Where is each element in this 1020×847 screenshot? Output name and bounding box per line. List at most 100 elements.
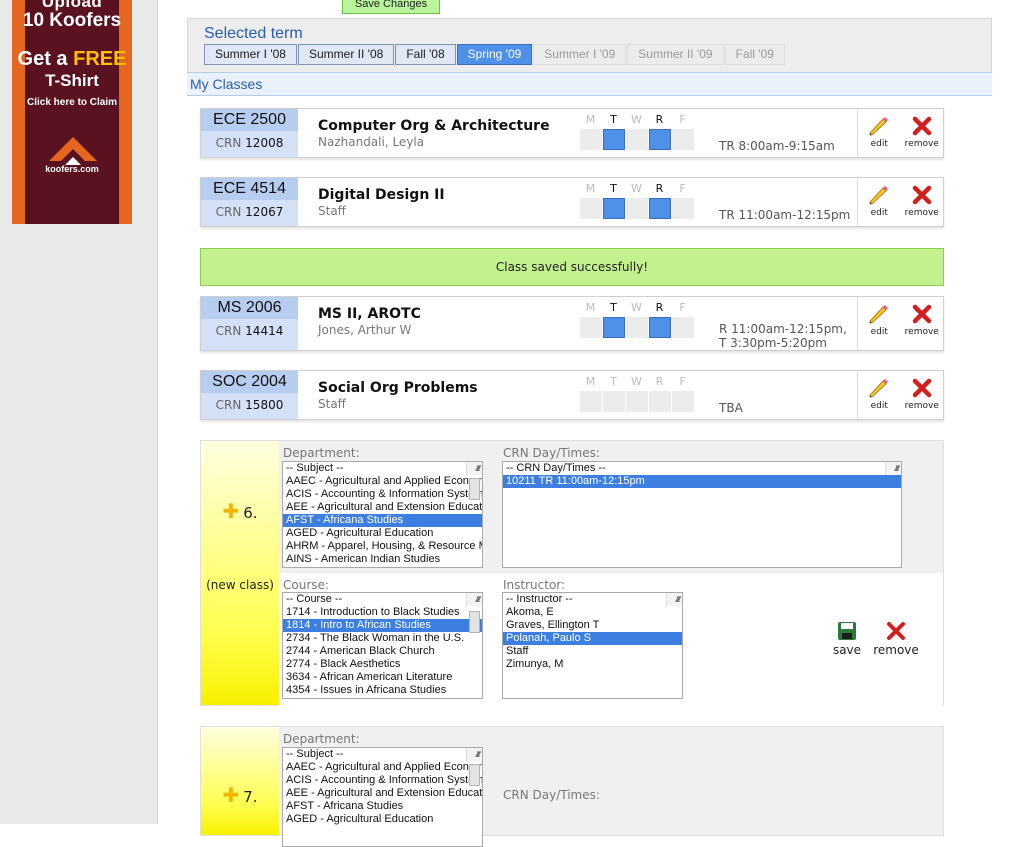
list-option[interactable]: AAEC - Agricultural and Applied Economic… <box>283 761 482 774</box>
list-option[interactable]: 4354 - Issues in Africana Studies <box>283 684 482 697</box>
list-option[interactable]: 1814 - Intro to African Studies <box>283 619 482 632</box>
remove-button[interactable]: remove <box>873 621 919 657</box>
department-label: Department: <box>283 732 360 746</box>
department-select[interactable]: -- Subject -- AAEC - Agricultural and App… <box>282 747 483 847</box>
plus-icon: ✚ <box>222 499 240 523</box>
list-option[interactable]: -- Subject -- <box>283 462 482 475</box>
scrollbar[interactable]: ▲ ▼ <box>466 462 482 500</box>
day-column: W <box>625 301 648 338</box>
day-cell <box>626 317 648 338</box>
list-option[interactable]: 10211 TR 11:00am-12:15pm <box>503 475 901 488</box>
list-option[interactable]: AHRM - Apparel, Housing, & Resource Mana… <box>283 540 482 553</box>
list-option[interactable]: AFST - Africana Studies <box>283 800 482 813</box>
day-cell <box>649 129 671 150</box>
crn-daytimes-select[interactable]: -- CRN Day/Times -- 10211 TR 11:00am-12:1… <box>502 461 902 568</box>
list-option[interactable]: 1714 - Introduction to Black Studies <box>283 606 482 619</box>
list-option[interactable]: 2744 - American Black Church <box>283 645 482 658</box>
list-option[interactable]: Zimunya, M <box>503 658 682 671</box>
ad-line-claim: Click here to Claim <box>26 97 118 108</box>
tab-term[interactable]: Fall '08 <box>395 44 456 65</box>
list-option[interactable]: -- Subject -- <box>283 748 482 761</box>
tab-term[interactable]: Summer II '08 <box>297 44 395 65</box>
list-option[interactable]: Polanah, Paulo S <box>503 632 682 645</box>
day-column: T <box>602 113 625 150</box>
edit-button[interactable]: edit <box>861 303 897 350</box>
tab-term: Summer II '09 <box>627 44 724 65</box>
list-option[interactable]: ACIS - Accounting & Information Systems <box>283 488 482 501</box>
day-column: R <box>648 182 671 219</box>
list-option[interactable]: ACIS - Accounting & Information Systems <box>283 774 482 787</box>
remove-button[interactable]: remove <box>904 115 940 157</box>
scrollbar[interactable]: ▲ ▼ <box>466 593 482 633</box>
scrollbar[interactable]: ▲ ▼ <box>666 593 682 606</box>
new-class-marker <box>201 441 279 705</box>
pencil-icon <box>869 379 889 398</box>
remove-x-icon <box>912 185 931 205</box>
list-option[interactable]: AEE - Agricultural and Extension Educati… <box>283 787 482 800</box>
day-cell <box>580 129 602 150</box>
course-instructor: Jones, Arthur W <box>318 323 412 337</box>
crn-daytimes-label: CRN Day/Times: <box>503 446 600 460</box>
list-option[interactable]: AEE - Agricultural and Extension Educati… <box>283 501 482 514</box>
day-column: R <box>648 113 671 150</box>
list-option[interactable]: -- Instructor -- <box>503 593 682 606</box>
day-cell <box>626 198 648 219</box>
list-option[interactable]: Graves, Ellington T <box>503 619 682 632</box>
course-title: Social Org Problems <box>318 380 478 396</box>
day-schedule: M T WR F <box>579 113 694 150</box>
day-letter: F <box>679 182 686 195</box>
scrollbar[interactable]: ▲ ▼ <box>885 462 901 475</box>
list-option[interactable]: -- Course -- <box>283 593 482 606</box>
day-column: M <box>579 113 602 150</box>
remove-button[interactable]: remove <box>904 377 940 419</box>
class-actions: edit remove <box>857 371 943 419</box>
list-option[interactable]: 2734 - The Black Woman in the U.S. <box>283 632 482 645</box>
department-select[interactable]: -- Subject -- AAEC - Agricultural and App… <box>282 461 483 568</box>
remove-button[interactable]: remove <box>904 303 940 350</box>
new-class-form-7: ✚ 7. Department: -- Subject -- AAEC - Agri… <box>200 726 944 847</box>
row-number: ✚ 7. <box>222 783 258 807</box>
course-select[interactable]: -- Course -- 1714 - Introduction to Black… <box>282 592 483 699</box>
list-option[interactable]: AINS - American Indian Studies <box>283 553 482 566</box>
day-letter: F <box>679 113 686 126</box>
day-schedule: M T WR F <box>579 301 694 338</box>
list-option[interactable]: -- CRN Day/Times -- <box>503 462 901 475</box>
day-letter: W <box>631 113 642 126</box>
day-column: T <box>602 182 625 219</box>
edit-button[interactable]: edit <box>861 115 897 157</box>
list-option[interactable]: Akoma, E <box>503 606 682 619</box>
edit-button[interactable]: edit <box>861 184 897 226</box>
tab-term[interactable]: Spring '09 <box>456 44 533 65</box>
tab-term[interactable]: Summer I '08 <box>204 44 297 65</box>
ad-line-tshirt: T-Shirt <box>45 71 99 90</box>
save-changes-button[interactable]: Save Changes <box>342 0 440 14</box>
day-column: W <box>625 375 648 412</box>
day-cell <box>626 391 648 412</box>
pencil-icon <box>869 117 889 136</box>
day-cell <box>603 129 625 150</box>
course-time: TR 8:00am-9:15am <box>719 139 835 153</box>
list-option[interactable]: 2774 - Black Aesthetics <box>283 658 482 671</box>
remove-button[interactable]: remove <box>904 184 940 226</box>
day-column: M <box>579 182 602 219</box>
list-option[interactable]: AFST - Africana Studies <box>283 514 482 527</box>
list-option[interactable]: 3634 - African American Literature <box>283 671 482 684</box>
edit-button[interactable]: edit <box>861 377 897 419</box>
day-cell <box>649 317 671 338</box>
course-code-block: ECE 2500 CRN 12008 <box>201 109 298 157</box>
course-time: TR 11:00am-12:15pm <box>719 208 851 222</box>
koofers-ad-banner[interactable]: Upload 10 Koofers Get a FREE T-Shirt Cli… <box>12 0 132 224</box>
term-title: Selected term <box>204 25 303 42</box>
list-option[interactable]: AAEC - Agricultural and Applied Economic… <box>283 475 482 488</box>
save-button[interactable]: save <box>829 621 865 657</box>
list-option[interactable]: AGED - Agricultural Education <box>283 527 482 540</box>
scrollbar[interactable]: ▲ ▼ <box>466 748 482 786</box>
day-cell <box>672 129 694 150</box>
instructor-select[interactable]: -- Instructor -- Akoma, E Graves, Ellingto… <box>502 592 683 699</box>
list-option[interactable]: AGED - Agricultural Education <box>283 813 482 826</box>
day-column: W <box>625 113 648 150</box>
list-option[interactable]: Staff <box>503 645 682 658</box>
day-cell <box>672 391 694 412</box>
day-letter: F <box>679 301 686 314</box>
day-column: M <box>579 375 602 412</box>
